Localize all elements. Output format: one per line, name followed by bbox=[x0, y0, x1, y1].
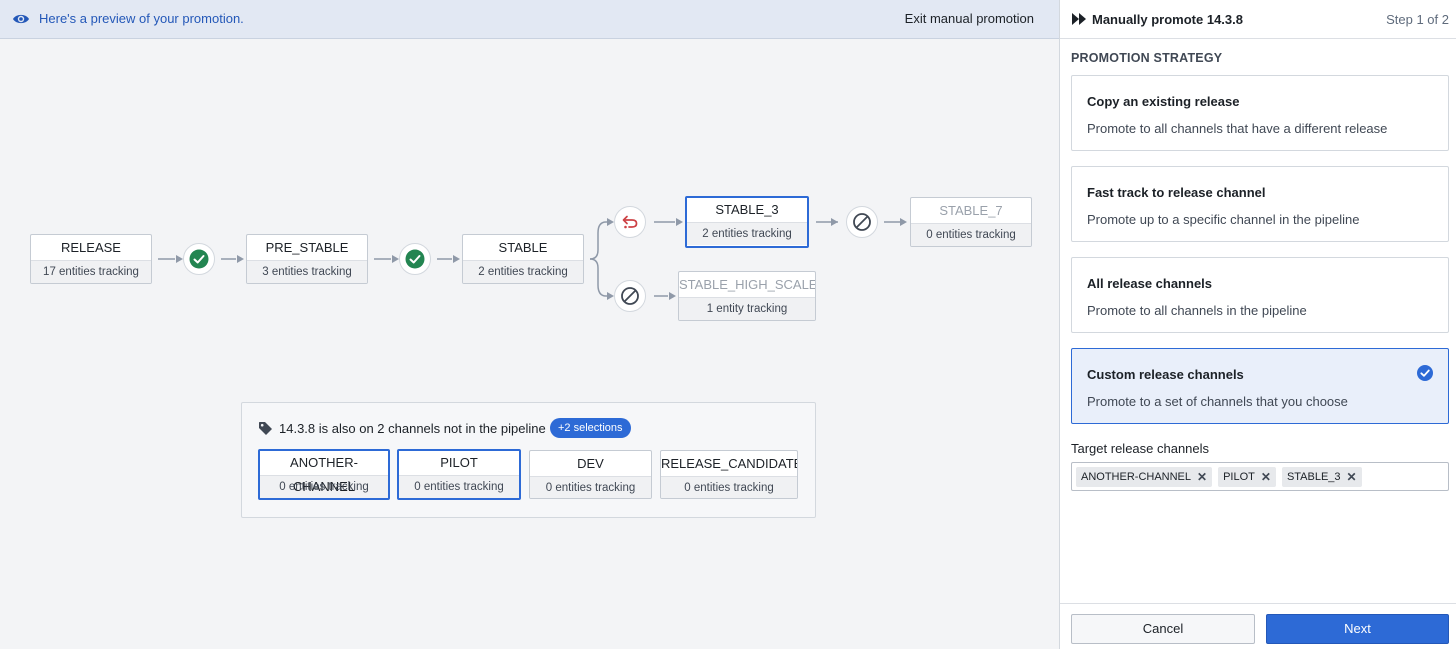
target-channel-tag: ANOTHER-CHANNEL ✕ bbox=[1076, 466, 1213, 487]
channel-node-stable-high-scale[interactable]: STABLE_HIGH_SCALE 1 entity tracking bbox=[678, 271, 816, 321]
eye-icon bbox=[13, 14, 29, 24]
channel-name: STABLE bbox=[498, 240, 548, 255]
fast-forward-icon bbox=[1072, 13, 1086, 25]
remove-tag-icon[interactable]: ✕ bbox=[1261, 467, 1271, 487]
blocked-icon bbox=[853, 213, 871, 231]
undo-icon bbox=[622, 215, 638, 229]
banner-message: Here's a preview of your promotion. bbox=[39, 11, 244, 26]
option-title: Custom release channels bbox=[1087, 367, 1244, 382]
channel-name: STABLE_3 bbox=[715, 202, 779, 217]
tag-label: STABLE_3 bbox=[1286, 470, 1341, 483]
channel-tracking: 0 entities tracking bbox=[399, 475, 519, 498]
channel-tracking: 17 entities tracking bbox=[31, 260, 151, 283]
option-description: Promote up to a specific channel in the … bbox=[1087, 212, 1360, 227]
target-channel-tag: PILOT ✕ bbox=[1218, 466, 1276, 487]
channel-name: PRE_STABLE bbox=[265, 240, 349, 255]
check-circle-icon bbox=[189, 249, 209, 269]
option-description: Promote to all channels in the pipeline bbox=[1087, 303, 1307, 318]
channel-name: STABLE_HIGH_SCALE bbox=[679, 277, 816, 292]
promotion-step-status bbox=[399, 243, 431, 275]
selected-check-icon bbox=[1417, 365, 1433, 381]
selections-badge: +2 selections bbox=[550, 418, 631, 438]
target-channels-input[interactable]: ANOTHER-CHANNEL ✕ PILOT ✕ STABLE_3 ✕ bbox=[1071, 462, 1449, 491]
promotion-preview: Here's a preview of your promotion. Exit… bbox=[0, 0, 1059, 649]
remove-tag-icon[interactable]: ✕ bbox=[1347, 467, 1357, 487]
strategy-option-copy-existing[interactable]: Copy an existing release Promote to all … bbox=[1071, 75, 1449, 151]
channel-node-stable-3[interactable]: STABLE_3 2 entities tracking bbox=[685, 196, 809, 248]
promotion-step-status bbox=[846, 206, 878, 238]
channel-tracking: 2 entities tracking bbox=[687, 222, 807, 245]
channel-node-release[interactable]: RELEASE 17 entities tracking bbox=[30, 234, 152, 284]
tag-icon bbox=[259, 422, 272, 435]
next-button[interactable]: Next bbox=[1266, 614, 1449, 644]
extra-channels-box: 14.3.8 is also on 2 channels not in the … bbox=[241, 402, 816, 518]
channel-tracking: 0 entities tracking bbox=[911, 223, 1031, 246]
option-description: Promote to a set of channels that you ch… bbox=[1087, 394, 1348, 409]
channel-node-another-channel[interactable]: ANOTHER-CHANNEL 0 entities tracking bbox=[258, 449, 390, 500]
remove-tag-icon[interactable]: ✕ bbox=[1197, 467, 1207, 487]
channel-node-stable[interactable]: STABLE 2 entities tracking bbox=[462, 234, 584, 284]
promotion-step-status bbox=[183, 243, 215, 275]
channel-node-pilot[interactable]: PILOT 0 entities tracking bbox=[397, 449, 521, 500]
step-indicator: Step 1 of 2 bbox=[1386, 12, 1449, 27]
panel-footer: Cancel Next bbox=[1060, 603, 1456, 649]
extra-channels-info: 14.3.8 is also on 2 channels not in the … bbox=[279, 421, 546, 436]
promotion-step-status bbox=[614, 280, 646, 312]
blocked-icon bbox=[621, 287, 639, 305]
channel-tracking: 3 entities tracking bbox=[247, 260, 367, 283]
exit-manual-promotion-button[interactable]: Exit manual promotion bbox=[905, 11, 1034, 26]
channel-tracking: 2 entities tracking bbox=[463, 260, 583, 283]
channel-tracking: 1 entity tracking bbox=[679, 297, 815, 320]
channel-tracking: 0 entities tracking bbox=[260, 475, 388, 498]
channel-name: RELEASE bbox=[61, 240, 121, 255]
target-channel-tag: STABLE_3 ✕ bbox=[1281, 466, 1362, 487]
option-title: Fast track to release channel bbox=[1087, 185, 1266, 200]
tag-label: PILOT bbox=[1223, 470, 1255, 483]
channel-name: STABLE_7 bbox=[939, 203, 1003, 218]
channel-node-dev[interactable]: DEV 0 entities tracking bbox=[529, 450, 652, 499]
strategy-option-all-channels[interactable]: All release channels Promote to all chan… bbox=[1071, 257, 1449, 333]
pipeline-connectors bbox=[158, 218, 907, 300]
channel-tracking: 0 entities tracking bbox=[661, 476, 797, 498]
tag-label: ANOTHER-CHANNEL bbox=[1081, 470, 1192, 483]
check-circle-icon bbox=[405, 249, 425, 269]
cancel-button[interactable]: Cancel bbox=[1071, 614, 1255, 644]
channel-node-stable-7[interactable]: STABLE_7 0 entities tracking bbox=[910, 197, 1032, 247]
target-channels-label: Target release channels bbox=[1071, 441, 1210, 456]
manual-promotion-panel: Manually promote 14.3.8 Step 1 of 2 PROM… bbox=[1059, 0, 1456, 649]
promotion-step-status bbox=[614, 206, 646, 238]
channel-node-pre-stable[interactable]: PRE_STABLE 3 entities tracking bbox=[246, 234, 368, 284]
panel-header: Manually promote 14.3.8 Step 1 of 2 bbox=[1060, 0, 1456, 39]
strategy-option-fast-track[interactable]: Fast track to release channel Promote up… bbox=[1071, 166, 1449, 242]
option-title: Copy an existing release bbox=[1087, 94, 1240, 109]
channel-name: RELEASE_CANDIDATE bbox=[661, 456, 798, 471]
option-description: Promote to all channels that have a diff… bbox=[1087, 121, 1388, 136]
preview-banner: Here's a preview of your promotion. Exit… bbox=[0, 0, 1059, 39]
panel-title: Manually promote 14.3.8 bbox=[1092, 12, 1243, 27]
option-title: All release channels bbox=[1087, 276, 1213, 291]
channel-tracking: 0 entities tracking bbox=[530, 476, 651, 498]
channel-name: ANOTHER-CHANNEL bbox=[290, 455, 358, 494]
channel-name: PILOT bbox=[440, 455, 478, 470]
channel-name: DEV bbox=[577, 456, 604, 471]
strategy-option-custom-channels[interactable]: Custom release channels Promote to a set… bbox=[1071, 348, 1449, 424]
channel-node-release-candidate[interactable]: RELEASE_CANDIDATE 0 entities tracking bbox=[660, 450, 798, 499]
section-title: PROMOTION STRATEGY bbox=[1071, 51, 1223, 65]
